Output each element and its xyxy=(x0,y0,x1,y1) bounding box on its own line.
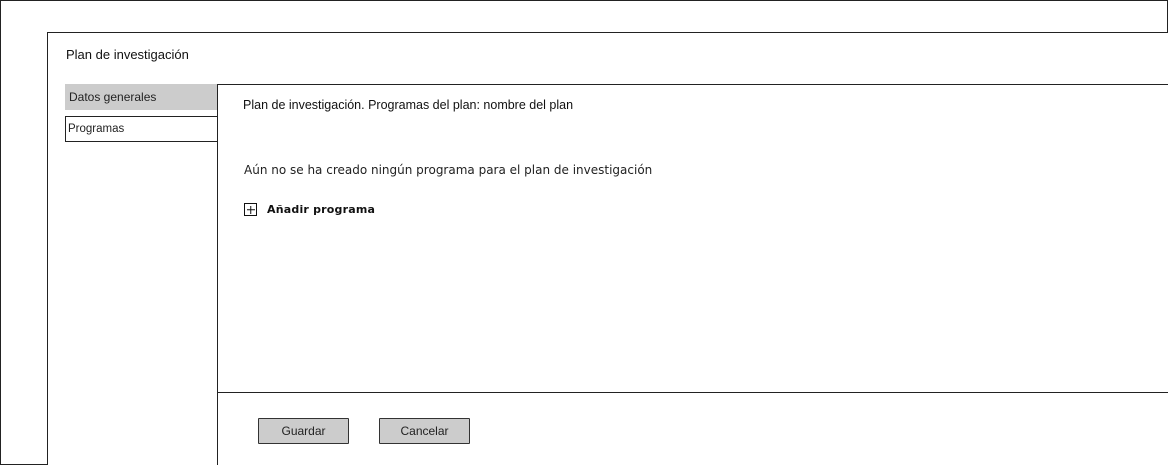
add-program-button[interactable]: Añadir programa xyxy=(244,203,375,216)
programs-content-panel: Plan de investigación. Programas del pla… xyxy=(217,84,1168,393)
empty-state-message: Aún no se ha creado ningún programa para… xyxy=(244,163,653,177)
app-window: Plan de investigación Datos generales Pr… xyxy=(0,0,1168,465)
add-program-label[interactable]: Añadir programa xyxy=(267,203,375,216)
plus-square-icon[interactable] xyxy=(244,203,257,216)
page-title: Plan de investigación xyxy=(66,47,189,62)
top-header-bar xyxy=(0,0,1168,33)
cancel-button[interactable]: Cancelar xyxy=(379,418,470,444)
tab-datos-generales[interactable]: Datos generales xyxy=(65,84,218,110)
panel-heading: Plan de investigación. Programas del pla… xyxy=(243,98,574,112)
tab-programas[interactable]: Programas xyxy=(65,116,218,142)
save-button[interactable]: Guardar xyxy=(258,418,349,444)
form-footer: Guardar Cancelar xyxy=(217,392,1168,465)
left-navigation-rail xyxy=(0,32,48,465)
